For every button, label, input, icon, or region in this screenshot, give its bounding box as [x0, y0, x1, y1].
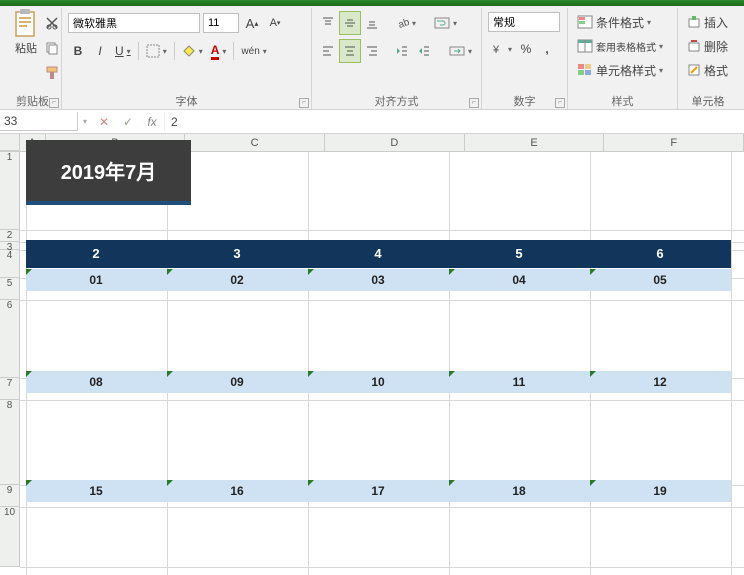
align-top-button[interactable] [318, 12, 338, 34]
week3-cell[interactable]: 16 [167, 480, 308, 502]
borders-button[interactable]: ▾ [143, 40, 170, 62]
hdrrow-cell[interactable]: 3 [167, 240, 308, 268]
accounting-button[interactable]: ¥▾ [488, 38, 515, 60]
cell-styles-button[interactable]: 单元格样式▾ [574, 59, 671, 81]
format-cells-button[interactable]: 格式 [684, 59, 732, 81]
week2-cell[interactable]: 11 [449, 371, 590, 393]
cut-button[interactable] [42, 12, 62, 34]
font-name-combo[interactable] [68, 13, 200, 33]
align-right-button[interactable] [362, 40, 382, 62]
name-box[interactable]: 33 [0, 112, 78, 131]
increase-indent-button[interactable] [414, 40, 434, 62]
number-dialog-launcher[interactable]: ⌐ [555, 98, 565, 108]
insert-cells-button[interactable]: 插入 [684, 11, 732, 33]
font-dialog-launcher[interactable]: ⌐ [299, 98, 309, 108]
row-header[interactable]: 9 [0, 485, 20, 507]
row-header[interactable]: 2 [0, 230, 20, 242]
row-header[interactable]: 1 [0, 152, 20, 230]
comma-button[interactable]: , [537, 38, 557, 60]
merge-button[interactable]: ▾ [446, 40, 475, 62]
week3-cell[interactable]: 17 [308, 480, 449, 502]
percent-button[interactable]: % [516, 38, 536, 60]
decrease-indent-button[interactable] [392, 40, 412, 62]
week1-cell[interactable]: 05 [590, 269, 731, 291]
clipboard-icon [10, 8, 42, 40]
accept-formula-button[interactable]: ✓ [116, 115, 140, 129]
styles-group-label: 样式 [568, 93, 677, 109]
align-bottom-button[interactable] [362, 12, 382, 34]
select-all-corner[interactable] [0, 134, 20, 151]
row-header[interactable]: 6 [0, 300, 20, 378]
row-header[interactable]: 5 [0, 278, 20, 300]
week1-cell[interactable]: 01 [26, 269, 167, 291]
phonetic-button[interactable]: wén▾ [238, 40, 269, 62]
row-header[interactable]: 8 [0, 400, 20, 485]
hdrrow-cell[interactable]: 6 [590, 240, 731, 268]
cells-group-label: 单元格 [678, 93, 738, 109]
week3-cell[interactable]: 15 [26, 480, 167, 502]
week2-cell[interactable]: 12 [590, 371, 731, 393]
calendar-title: 2019年7月 [26, 140, 191, 205]
week2-cell[interactable]: 08 [26, 371, 167, 393]
col-header-C[interactable]: C [185, 134, 325, 151]
font-group-label: 字体 [62, 93, 311, 109]
align-middle-button[interactable] [340, 12, 360, 34]
format-painter-button[interactable] [42, 62, 62, 84]
increase-font-button[interactable]: A▴ [242, 12, 262, 34]
week1-cell[interactable]: 04 [449, 269, 590, 291]
svg-text:ab: ab [397, 17, 409, 30]
conditional-format-button[interactable]: 条件格式▾ [574, 11, 671, 33]
underline-button[interactable]: U▾ [112, 40, 134, 62]
week1-cell[interactable]: 02 [167, 269, 308, 291]
week3-cell[interactable]: 19 [590, 480, 731, 502]
orientation-button[interactable]: ab▾ [392, 12, 419, 34]
col-header-E[interactable]: E [465, 134, 605, 151]
fill-color-button[interactable]: ▾ [179, 40, 206, 62]
hdrrow-cell[interactable]: 2 [26, 240, 167, 268]
cancel-formula-button[interactable]: ✕ [92, 115, 116, 129]
week2-cell[interactable]: 10 [308, 371, 449, 393]
number-format-combo[interactable] [488, 12, 560, 32]
clipboard-dialog-launcher[interactable]: ⌐ [49, 98, 59, 108]
font-size-combo[interactable] [203, 13, 239, 33]
col-header-F[interactable]: F [604, 134, 744, 151]
bold-button[interactable]: B [68, 40, 88, 62]
week3-cell[interactable]: 18 [449, 480, 590, 502]
row-header[interactable]: 10 [0, 507, 20, 567]
row-header[interactable]: 3 [0, 242, 20, 250]
week2-cell[interactable]: 09 [167, 371, 308, 393]
align-center-button[interactable] [340, 40, 360, 62]
week1-cell[interactable]: 03 [308, 269, 449, 291]
row-header[interactable]: 4 [0, 250, 20, 278]
align-left-button[interactable] [318, 40, 338, 62]
svg-text:¥: ¥ [492, 44, 500, 56]
hdrrow-cell[interactable]: 5 [449, 240, 590, 268]
col-header-D[interactable]: D [325, 134, 465, 151]
paste-label: 粘贴 [15, 40, 37, 56]
hdrrow-cell[interactable]: 4 [308, 240, 449, 268]
row-header[interactable]: 7 [0, 378, 20, 400]
paste-button[interactable]: 粘贴 [10, 8, 42, 56]
italic-button[interactable]: I [90, 40, 110, 62]
delete-cells-button[interactable]: 删除 [684, 35, 732, 57]
fx-button[interactable]: fx [140, 115, 164, 129]
align-group-label: 对齐方式 [312, 93, 481, 109]
formula-input[interactable]: 2 [164, 113, 744, 131]
align-dialog-launcher[interactable]: ⌐ [469, 98, 479, 108]
font-color-button[interactable]: A▾ [208, 40, 230, 62]
copy-button[interactable] [42, 37, 62, 59]
table-format-button[interactable]: 套用表格格式▾ [574, 35, 671, 57]
wrap-text-button[interactable]: ▾ [431, 12, 460, 34]
decrease-font-button[interactable]: A▾ [265, 12, 285, 34]
